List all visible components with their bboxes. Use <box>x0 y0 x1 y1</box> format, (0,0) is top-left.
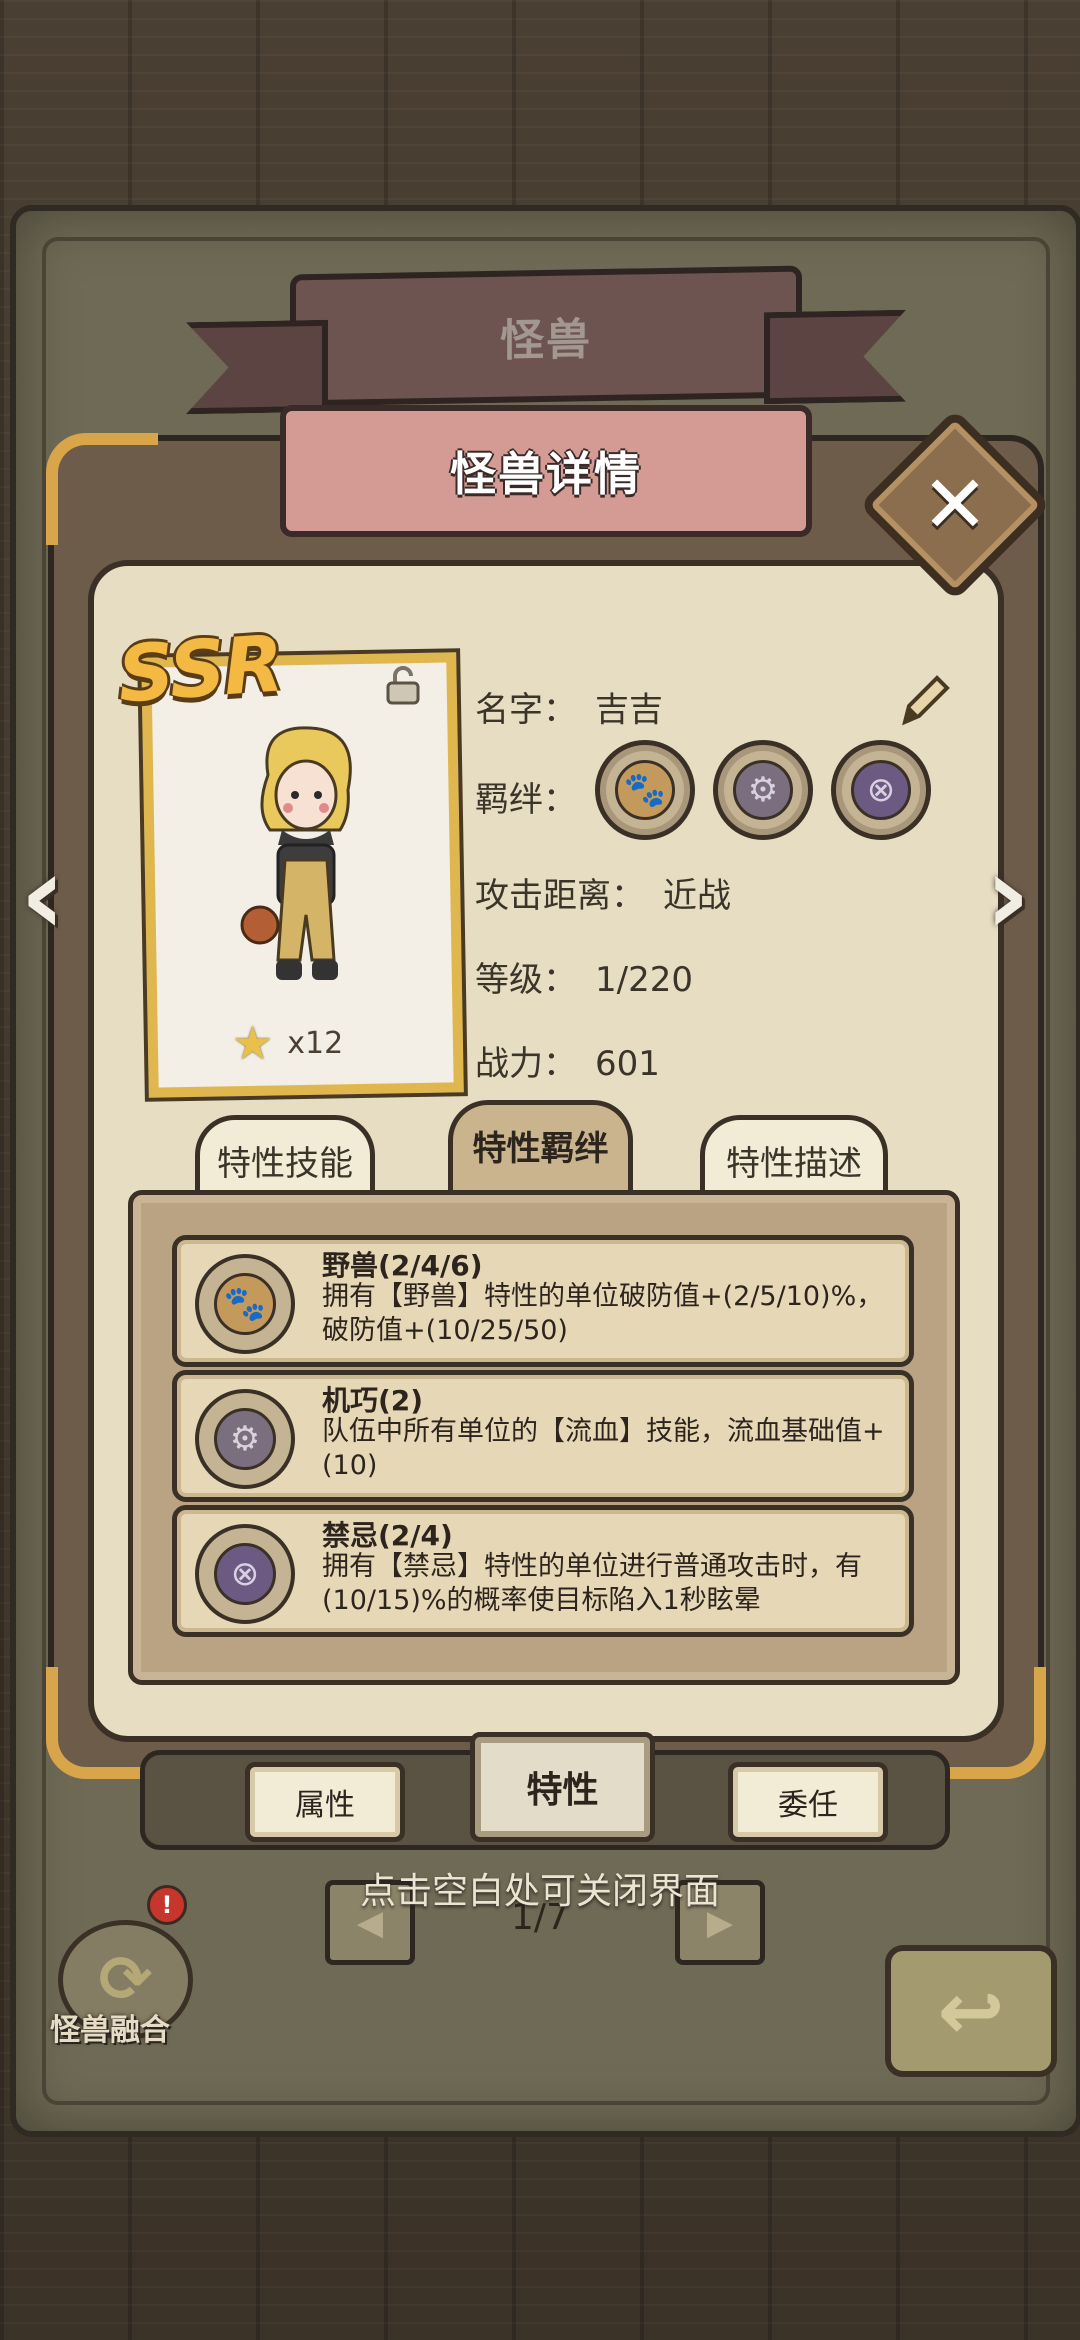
trait-title: 禁忌(2/4) <box>322 1519 453 1552</box>
frame-corner <box>46 433 158 545</box>
trait-icon: 🐾 <box>195 1254 295 1354</box>
trait-icon: ⚙ <box>195 1389 295 1489</box>
bond-label: 羁绊： <box>475 780 577 820</box>
tab-traits[interactable]: 特性 <box>470 1732 655 1842</box>
bond-badge-forbidden[interactable]: ⊗ <box>831 740 931 840</box>
close-icon: ✕ <box>921 458 989 551</box>
star-row: ★ x12 <box>232 1020 343 1066</box>
trait-description: 队伍中所有单位的【流血】技能，流血基础值+(10) <box>322 1416 885 1481</box>
star-icon: ★ <box>232 1016 274 1070</box>
unlock-icon[interactable] <box>385 665 421 705</box>
back-title-ribbon: 怪兽 <box>290 265 802 407</box>
prev-monster-arrow-icon[interactable]: ‹ <box>20 840 65 950</box>
rarity-badge: SSR <box>115 619 285 721</box>
name-label: 名字： <box>475 690 577 730</box>
return-arrow-icon: ↩ <box>937 1964 1005 2058</box>
tab-attributes[interactable]: 属性 <box>245 1762 405 1842</box>
gear-icon: ⚙ <box>214 1408 276 1470</box>
trait-description: 拥有【禁忌】特性的单位进行普通攻击时，有(10/15)%的概率使目标陷入1秒眩晕 <box>322 1551 862 1616</box>
return-button[interactable]: ↩ <box>885 1945 1057 2077</box>
forbidden-icon: ⊗ <box>214 1543 276 1605</box>
notification-badge: ! <box>147 1885 187 1925</box>
bond-badge-beast[interactable]: 🐾 <box>595 740 695 840</box>
star-count: x12 <box>287 1025 344 1061</box>
power-value: 601 <box>595 1044 660 1084</box>
power-line: 战力： 601 <box>475 1036 660 1085</box>
next-monster-arrow-icon[interactable]: › <box>985 840 1030 950</box>
bond-badges: 🐾 ⚙ ⊗ <box>595 740 931 840</box>
trait-row[interactable]: ⊗ 禁忌(2/4) 拥有【禁忌】特性的单位进行普通攻击时，有(10/15)%的概… <box>172 1505 914 1637</box>
page-title: 怪兽详情 <box>280 405 812 537</box>
trait-title: 机巧(2) <box>322 1384 424 1417</box>
level-line: 等级： 1/220 <box>475 952 693 1001</box>
trait-icon: ⊗ <box>195 1524 295 1624</box>
monster-portrait <box>240 726 352 980</box>
paw-icon: 🐾 <box>615 760 675 820</box>
power-label: 战力： <box>475 1044 577 1084</box>
paw-icon: 🐾 <box>214 1273 276 1335</box>
range-line: 攻击距离： 近战 <box>475 868 731 917</box>
fusion-label: 怪兽融合 <box>50 2013 170 2048</box>
gear-icon: ⚙ <box>733 760 793 820</box>
trait-title: 野兽(2/4/6) <box>322 1249 483 1282</box>
trait-row[interactable]: 🐾 野兽(2/4/6) 拥有【野兽】特性的单位破防值+(2/5/10)%，破防值… <box>172 1235 914 1367</box>
trait-description: 拥有【野兽】特性的单位破防值+(2/5/10)%，破防值+(10/25/50) <box>322 1281 884 1346</box>
name-value: 吉吉 <box>595 690 663 730</box>
tab-assign[interactable]: 委任 <box>728 1762 888 1842</box>
forbidden-icon: ⊗ <box>851 760 911 820</box>
name-line: 名字： 吉吉 <box>475 682 663 731</box>
pencil-icon[interactable] <box>895 670 951 734</box>
bond-line: 羁绊： <box>475 772 577 821</box>
close-button[interactable]: ✕ <box>858 408 1052 602</box>
trait-row[interactable]: ⚙ 机巧(2) 队伍中所有单位的【流血】技能，流血基础值+(10) <box>172 1370 914 1502</box>
tab-trait-bonds[interactable]: 特性羁绊 <box>448 1100 633 1190</box>
level-label: 等级： <box>475 960 577 1000</box>
level-value: 1/220 <box>595 960 693 1000</box>
range-label: 攻击距离： <box>475 876 645 916</box>
bond-badge-mech[interactable]: ⚙ <box>713 740 813 840</box>
range-value: 近战 <box>663 876 731 916</box>
